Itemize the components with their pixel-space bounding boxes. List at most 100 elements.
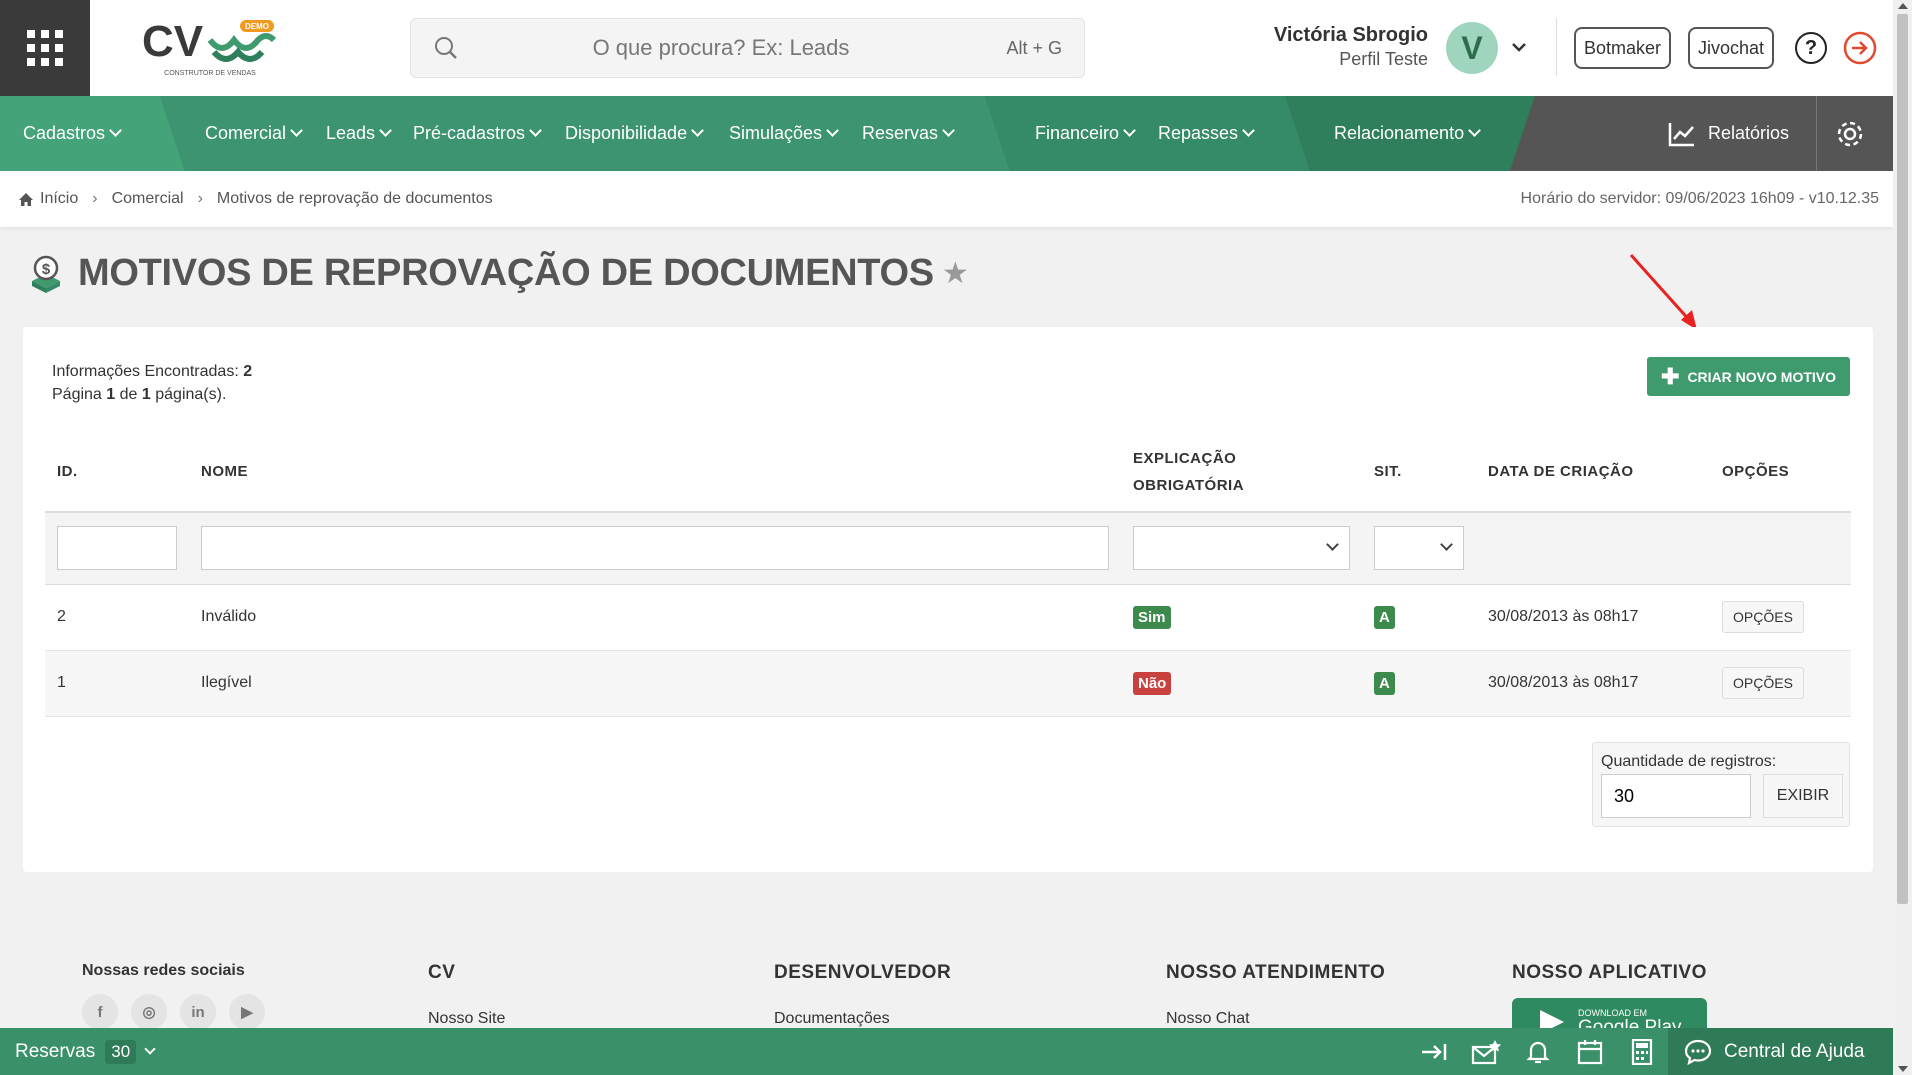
nav-relacionamento[interactable]: Relacionamento	[1334, 96, 1481, 171]
collapse-arrow-icon[interactable]	[1408, 1041, 1460, 1063]
gear-icon[interactable]	[1834, 118, 1866, 150]
plus-icon: ✚	[1661, 363, 1680, 389]
filter-explanation-select[interactable]	[1133, 526, 1350, 571]
nav-comercial[interactable]: Comercial	[205, 96, 303, 171]
reservations-label: Reservas	[15, 1040, 96, 1062]
column-header-status[interactable]: SIT.	[1362, 432, 1476, 513]
chevron-down-icon	[1123, 124, 1136, 137]
search-icon	[435, 37, 457, 59]
page-scrollbar[interactable]	[1893, 0, 1912, 1075]
nav-label: Financeiro	[1035, 123, 1120, 143]
help-center-button[interactable]: Central de Ajuda	[1668, 1028, 1893, 1075]
footer-cv-title: CV	[428, 962, 456, 983]
cell-name: Inválido	[189, 584, 1121, 651]
nav-leads[interactable]: Leads	[326, 96, 392, 171]
calculator-icon[interactable]	[1616, 1038, 1668, 1065]
avatar[interactable]: V	[1446, 22, 1498, 74]
explanation-badge: Não	[1133, 671, 1172, 695]
nav-simulacoes[interactable]: Simulações	[729, 96, 839, 171]
jivochat-button[interactable]: Jivochat	[1688, 27, 1775, 69]
cell-id: 1	[45, 650, 189, 717]
create-button-label: CRIAR NOVO MOTIVO	[1687, 368, 1836, 385]
footer-link-site[interactable]: Nosso Site	[428, 1010, 505, 1028]
nav-label: Reservas	[862, 123, 939, 143]
linkedin-icon[interactable]: in	[180, 994, 216, 1030]
nav-pre-cadastros[interactable]: Pré-cadastros	[413, 96, 542, 171]
cv-logo[interactable]: CV DEMO CONSTRUTOR DE VENDAS	[140, 17, 280, 78]
user-name: Victória Sbrogio	[1273, 24, 1428, 46]
column-header-name[interactable]: NOME	[189, 432, 1121, 513]
logo-tagline: CONSTRUTOR DE VENDAS	[164, 70, 256, 77]
scroll-down-arrow[interactable]	[1898, 1066, 1908, 1072]
footer-link-docs[interactable]: Documentações	[774, 1010, 951, 1028]
bottom-bar: Reservas 30 Central de Ajuda	[0, 1028, 1893, 1075]
filter-id-input[interactable]	[57, 526, 177, 571]
chevron-down-icon[interactable]	[1510, 38, 1528, 56]
reservations-dropdown[interactable]: Reservas 30	[15, 1028, 156, 1075]
status-badge: A	[1374, 671, 1395, 695]
bottom-bar-icons	[1408, 1028, 1668, 1075]
records-quantity-input[interactable]	[1601, 774, 1751, 818]
apps-menu-button[interactable]	[0, 0, 90, 96]
top-header: CV DEMO CONSTRUTOR DE VENDAS Alt + G Vic…	[0, 0, 1893, 96]
table-row: 1 Ilegível Não A 30/08/2013 às 08h17 OPÇ…	[45, 650, 1851, 717]
calendar-icon[interactable]	[1564, 1039, 1616, 1065]
chevron-down-icon	[1468, 124, 1481, 137]
nav-reservas[interactable]: Reservas	[862, 96, 955, 171]
cell-created: 30/08/2013 às 08h17	[1476, 650, 1710, 717]
footer-link-chat[interactable]: Nosso Chat	[1166, 1010, 1385, 1028]
nav-relatorios[interactable]: Relatórios	[1668, 96, 1789, 171]
mail-star-icon[interactable]	[1460, 1039, 1512, 1065]
scroll-up-arrow[interactable]	[1898, 3, 1908, 9]
nav-cadastros[interactable]: Cadastros	[23, 96, 122, 171]
scrollbar-thumb[interactable]	[1897, 14, 1908, 904]
help-icon[interactable]: ?	[1795, 32, 1827, 64]
explanation-badge: Sim	[1133, 605, 1171, 629]
chevron-down-icon	[379, 124, 392, 137]
breadcrumb-home[interactable]: Início	[40, 190, 78, 208]
logout-icon[interactable]	[1842, 30, 1878, 66]
column-header-explanation-line1: EXPLICAÇÃO	[1133, 449, 1237, 467]
bell-icon[interactable]	[1512, 1039, 1564, 1065]
search-input[interactable]	[481, 31, 961, 65]
filter-name-input[interactable]	[201, 526, 1109, 571]
chevron-down-icon	[1242, 124, 1255, 137]
create-new-reason-button[interactable]: ✚ CRIAR NOVO MOTIVO	[1647, 357, 1850, 396]
instagram-icon[interactable]: ◎	[131, 994, 167, 1030]
pagination-suffix: página(s).	[155, 386, 227, 403]
column-header-explanation[interactable]: EXPLICAÇÃO OBRIGATÓRIA	[1121, 432, 1362, 513]
row-options-button[interactable]: OPÇÕES	[1722, 601, 1804, 633]
breadcrumb-comercial[interactable]: Comercial	[112, 190, 184, 208]
breadcrumb: Início › Comercial › Motivos de reprovaç…	[18, 171, 493, 227]
favorite-star-icon[interactable]: ★	[942, 256, 969, 291]
filter-row	[45, 512, 1851, 585]
pagination-prefix: Página	[52, 386, 102, 403]
page-title: MOTIVOS DE REPROVAÇÃO DE DOCUMENTOS	[78, 252, 934, 294]
cell-name: Ilegível	[189, 650, 1121, 717]
nav-financeiro[interactable]: Financeiro	[1035, 96, 1136, 171]
pagination-current: 1	[106, 386, 116, 403]
column-header-explanation-line2: OBRIGATÓRIA	[1133, 476, 1245, 494]
logo-demo-badge: DEMO	[245, 22, 269, 31]
column-header-created[interactable]: DATA DE CRIAÇÃO	[1476, 432, 1710, 513]
nav-repasses[interactable]: Repasses	[1158, 96, 1255, 171]
column-header-id[interactable]: ID.	[45, 432, 189, 513]
records-label: Quantidade de registros:	[1601, 753, 1777, 770]
content-card: Informações Encontradas: 2 Página 1 de 1…	[23, 327, 1873, 872]
youtube-icon[interactable]: ▶	[229, 994, 265, 1030]
show-records-button[interactable]: EXIBIR	[1763, 774, 1843, 818]
row-options-button[interactable]: OPÇÕES	[1722, 667, 1804, 699]
chat-bubble-icon	[1684, 1039, 1712, 1065]
chevron-down-icon	[942, 124, 955, 137]
botmaker-button[interactable]: Botmaker	[1574, 27, 1672, 69]
user-role: Perfil Teste	[1339, 49, 1428, 69]
footer-app: NOSSO APLICATIVO	[1512, 962, 1707, 984]
table-row: 2 Inválido Sim A 30/08/2013 às 08h17 OPÇ…	[45, 584, 1851, 651]
facebook-icon[interactable]: f	[82, 994, 118, 1030]
nav-disponibilidade[interactable]: Disponibilidade	[565, 96, 704, 171]
main-nav: Cadastros Comercial Leads Pré-cadastros …	[0, 96, 1893, 171]
filter-status-select[interactable]	[1374, 526, 1464, 571]
chevron-down-icon	[691, 124, 704, 137]
user-info[interactable]: Victória Sbrogio Perfil Teste	[1274, 24, 1428, 70]
column-header-options: OPÇÕES	[1710, 432, 1851, 513]
